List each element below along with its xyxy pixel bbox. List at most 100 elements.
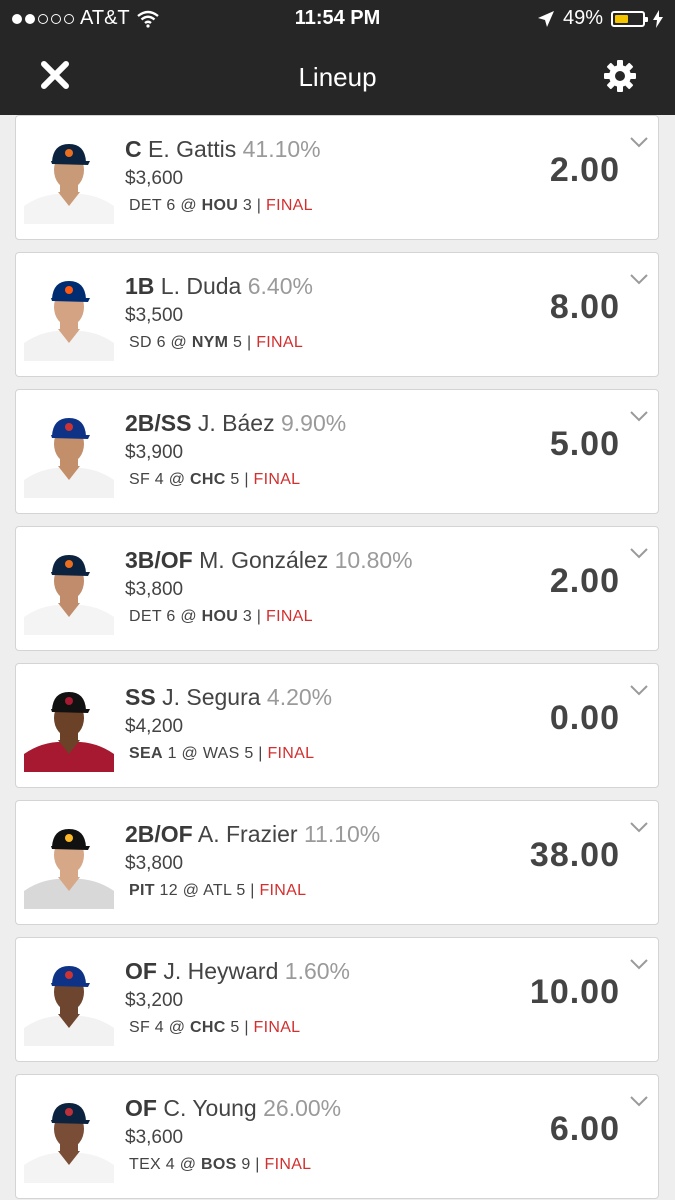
home-team: BOS bbox=[201, 1156, 237, 1173]
fantasy-points: 8.00 bbox=[549, 288, 620, 326]
player-card[interactable]: SS J. Segura 4.20% $4,200 SEA 1 @ WAS 5 | … bbox=[15, 663, 659, 788]
game-status: FINAL bbox=[253, 471, 301, 488]
player-headshot bbox=[24, 829, 114, 909]
battery-icon bbox=[611, 10, 648, 27]
player-salary: $3,800 bbox=[125, 853, 184, 874]
chevron-down-icon[interactable] bbox=[630, 684, 648, 696]
player-name: J. Báez bbox=[197, 410, 275, 436]
player-name-line: SS J. Segura 4.20% bbox=[125, 684, 332, 711]
player-info: 2B/OF A. Frazier 11.10% $3,800 PIT 12 @ AT… bbox=[125, 821, 380, 900]
away-team: DET bbox=[129, 197, 162, 214]
player-salary: $3,800 bbox=[125, 579, 184, 600]
away-team: DET bbox=[129, 608, 162, 625]
fantasy-points: 6.00 bbox=[549, 1110, 620, 1148]
player-card[interactable]: 1B L. Duda 6.40% $3,500 SD 6 @ NYM 5 | FIN… bbox=[15, 252, 659, 377]
player-info: 1B L. Duda 6.40% $3,500 SD 6 @ NYM 5 | FIN… bbox=[125, 273, 313, 352]
ownership-percent: 10.80% bbox=[334, 547, 413, 573]
home-score: 5 bbox=[230, 1019, 240, 1036]
away-team: SEA bbox=[129, 745, 163, 762]
player-info: OF C. Young 26.00% $3,600 TEX 4 @ BOS 9 | … bbox=[125, 1095, 341, 1174]
player-position: 2B/OF bbox=[125, 821, 193, 847]
player-name: C. Young bbox=[163, 1095, 257, 1121]
away-score: 4 bbox=[165, 1156, 175, 1173]
player-salary: $3,600 bbox=[125, 1127, 184, 1148]
player-name: M. González bbox=[199, 547, 329, 573]
player-card[interactable]: 2B/OF A. Frazier 11.10% $3,800 PIT 12 @ AT… bbox=[15, 800, 659, 925]
away-score: 1 bbox=[167, 745, 177, 762]
fantasy-points: 2.00 bbox=[549, 562, 620, 600]
player-position: 3B/OF bbox=[125, 547, 193, 573]
away-score: 6 bbox=[166, 608, 176, 625]
player-position: 1B bbox=[125, 273, 155, 299]
ownership-percent: 4.20% bbox=[266, 684, 333, 710]
player-name-line: OF J. Heyward 1.60% bbox=[125, 958, 350, 985]
fantasy-points: 5.00 bbox=[549, 425, 620, 463]
away-team: SD bbox=[129, 334, 152, 351]
location-arrow-icon bbox=[537, 10, 554, 27]
player-name: J. Segura bbox=[162, 684, 261, 710]
player-headshot bbox=[24, 144, 114, 224]
home-score: 9 bbox=[241, 1156, 251, 1173]
fantasy-points: 38.00 bbox=[529, 836, 620, 874]
status-bar: AT&T 11:54 PM 49% bbox=[0, 0, 675, 36]
ownership-percent: 41.10% bbox=[242, 136, 321, 162]
game-result: SF 4 @ CHC 5 | FINAL bbox=[129, 1019, 301, 1036]
home-team: NYM bbox=[191, 334, 229, 351]
chevron-down-icon[interactable] bbox=[630, 821, 648, 833]
away-team: TEX bbox=[129, 1156, 162, 1173]
game-status: FINAL bbox=[267, 745, 315, 762]
away-score: 4 bbox=[154, 1019, 164, 1036]
player-position: OF bbox=[125, 1095, 157, 1121]
home-team: HOU bbox=[201, 197, 239, 214]
player-headshot bbox=[24, 1103, 114, 1183]
player-info: 2B/SS J. Báez 9.90% $3,900 SF 4 @ CHC 5 | … bbox=[125, 410, 346, 489]
game-status: FINAL bbox=[266, 608, 313, 625]
player-position: C bbox=[125, 136, 142, 162]
fantasy-points: 2.00 bbox=[549, 151, 620, 189]
player-card[interactable]: 3B/OF M. González 10.80% $3,800 DET 6 @ HO… bbox=[15, 526, 659, 651]
player-card[interactable]: 2B/SS J. Báez 9.90% $3,900 SF 4 @ CHC 5 | … bbox=[15, 389, 659, 514]
game-result: SD 6 @ NYM 5 | FINAL bbox=[129, 334, 304, 351]
chevron-down-icon[interactable] bbox=[630, 547, 648, 559]
home-team: CHC bbox=[190, 471, 226, 488]
game-status: FINAL bbox=[256, 334, 304, 351]
player-card[interactable]: OF C. Young 26.00% $3,600 TEX 4 @ BOS 9 | … bbox=[15, 1074, 659, 1199]
player-info: C E. Gattis 41.10% $3,600 DET 6 @ HOU 3 | … bbox=[125, 136, 321, 215]
player-info: 3B/OF M. González 10.80% $3,800 DET 6 @ HO… bbox=[125, 547, 413, 626]
chevron-down-icon[interactable] bbox=[630, 958, 648, 970]
nav-bar: Lineup bbox=[0, 36, 675, 115]
chevron-down-icon[interactable] bbox=[630, 136, 648, 148]
player-name: J. Heyward bbox=[163, 958, 279, 984]
player-card[interactable]: OF J. Heyward 1.60% $3,200 SF 4 @ CHC 5 | … bbox=[15, 937, 659, 1062]
game-result: SEA 1 @ WAS 5 | FINAL bbox=[129, 745, 315, 762]
player-salary: $4,200 bbox=[125, 716, 184, 737]
chevron-down-icon[interactable] bbox=[630, 410, 648, 422]
player-name-line: C E. Gattis 41.10% bbox=[125, 136, 321, 163]
home-score: 5 bbox=[233, 334, 243, 351]
game-status: FINAL bbox=[253, 1019, 301, 1036]
player-salary: $3,200 bbox=[125, 990, 184, 1011]
player-headshot bbox=[24, 555, 114, 635]
player-card[interactable]: C E. Gattis 41.10% $3,600 DET 6 @ HOU 3 | … bbox=[15, 115, 659, 240]
player-info: SS J. Segura 4.20% $4,200 SEA 1 @ WAS 5 | … bbox=[125, 684, 332, 763]
page-title: Lineup bbox=[298, 62, 377, 92]
player-name-line: OF C. Young 26.00% bbox=[125, 1095, 341, 1122]
fantasy-points: 0.00 bbox=[549, 699, 620, 737]
home-score: 5 bbox=[230, 471, 240, 488]
home-team: WAS bbox=[202, 745, 240, 762]
game-result: DET 6 @ HOU 3 | FINAL bbox=[129, 197, 313, 214]
player-headshot bbox=[24, 281, 114, 361]
home-team: CHC bbox=[190, 1019, 226, 1036]
chevron-down-icon[interactable] bbox=[630, 273, 648, 285]
player-position: 2B/SS bbox=[125, 410, 192, 436]
chevron-down-icon[interactable] bbox=[630, 1095, 648, 1107]
game-result: PIT 12 @ ATL 5 | FINAL bbox=[129, 882, 307, 899]
away-team: PIT bbox=[129, 882, 155, 899]
home-score: 3 bbox=[242, 197, 253, 214]
away-score: 6 bbox=[166, 197, 176, 214]
away-team: SF bbox=[129, 471, 151, 488]
player-headshot bbox=[24, 692, 114, 772]
player-name: E. Gattis bbox=[148, 136, 237, 162]
gear-icon[interactable] bbox=[602, 58, 638, 94]
away-score: 12 bbox=[159, 882, 178, 899]
